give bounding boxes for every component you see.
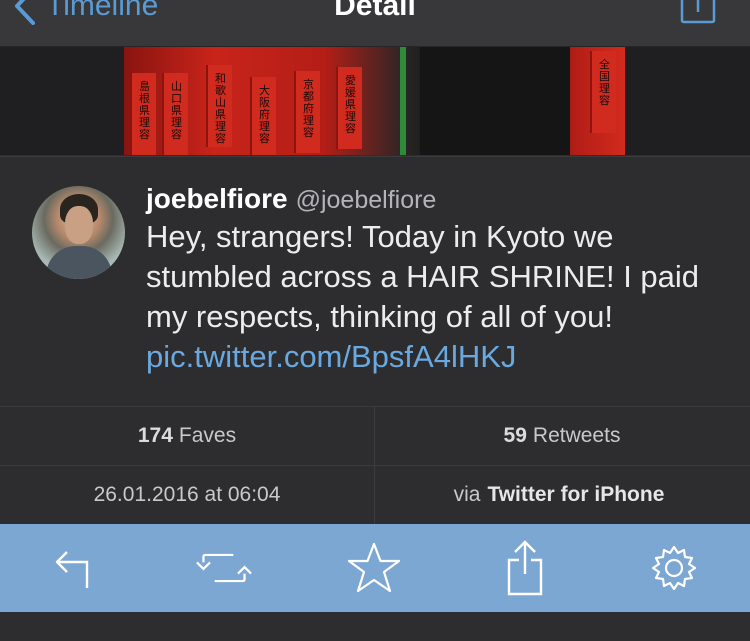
retweets-stat[interactable]: 59 Retweets [375,407,749,465]
action-toolbar [0,524,750,612]
share-icon [507,540,543,596]
tweet-body: Hey, strangers! Today in Kyoto we stumbl… [146,219,700,334]
retweet-button[interactable] [196,540,252,596]
shrine-plank: 和歌山県理容 [206,65,232,147]
tweet-media-image[interactable]: 島根県理容 山口県理容 和歌山県理容 大阪府理容 京都府理容 愛媛県理容 全国理… [124,47,625,155]
shrine-plank: 全国理容 [590,51,616,133]
client-cell[interactable]: via Twitter for iPhone [375,466,749,524]
shrine-plank-text: 全国理容 [599,59,610,107]
client-name: Twitter for iPhone [487,483,665,506]
favorite-button[interactable] [346,540,402,596]
reply-icon [55,551,89,588]
person-dark-coat [420,47,570,155]
tweet-detail: joebelfiore @joebelfiore Hey, strangers!… [0,156,750,407]
retweet-icon [196,553,252,583]
bottom-strip [0,612,750,641]
shrine-plank-text: 島根県理容 [139,81,150,141]
faves-count: 174 [137,424,173,447]
tweet-text: Hey, strangers! Today in Kyoto we stumbl… [146,217,726,377]
faves-stat[interactable]: 174 Faves [0,407,374,465]
share-button[interactable] [680,0,716,24]
tweet-media-container: 島根県理容 山口県理容 和歌山県理容 大阪府理容 京都府理容 愛媛県理容 全国理… [0,47,750,155]
settings-button[interactable] [646,540,702,596]
avatar-shirt [46,246,112,279]
tweet-media-link[interactable]: pic.twitter.com/BpsfA4lHKJ [146,339,516,374]
shrine-plank-text: 和歌山県理容 [215,73,226,145]
share-icon [680,0,716,24]
shrine-plank: 山口県理容 [162,73,188,155]
via-prefix: via [453,483,481,506]
gear-icon [651,545,697,591]
avatar-face [65,206,93,244]
shrine-plank: 京都府理容 [294,71,320,153]
share-button[interactable] [497,540,553,596]
shrine-plank: 大阪府理容 [250,77,276,155]
retweets-label: Retweets [532,424,621,447]
avatar[interactable] [32,186,125,279]
shrine-plank: 愛媛県理容 [336,67,362,149]
page-title: Detail [334,0,416,22]
tweet-stats: 174 Faves 59 Retweets 26.01.2016 at 06:0… [0,406,750,525]
divider [0,465,750,466]
navigation-bar: Timeline Detail [0,0,750,47]
green-pole [400,47,406,155]
shrine-plank-text: 大阪府理容 [259,85,270,145]
reply-button[interactable] [47,540,103,596]
shrine-plank: 島根県理容 [130,73,156,155]
shrine-plank-text: 京都府理容 [303,79,314,139]
divider [374,407,375,525]
shrine-plank-text: 山口県理容 [171,81,182,141]
author-display-name[interactable]: joebelfiore [146,183,288,215]
tweet-author[interactable]: joebelfiore @joebelfiore [146,183,436,217]
author-handle[interactable]: @joebelfiore [296,186,437,215]
faves-label: Faves [178,424,237,447]
retweets-count: 59 [503,424,527,447]
shrine-plank-text: 愛媛県理容 [345,75,356,135]
timestamp-cell: 26.01.2016 at 06:04 [0,466,374,524]
star-icon [347,542,401,593]
tweet-timestamp: 26.01.2016 at 06:04 [93,483,281,506]
